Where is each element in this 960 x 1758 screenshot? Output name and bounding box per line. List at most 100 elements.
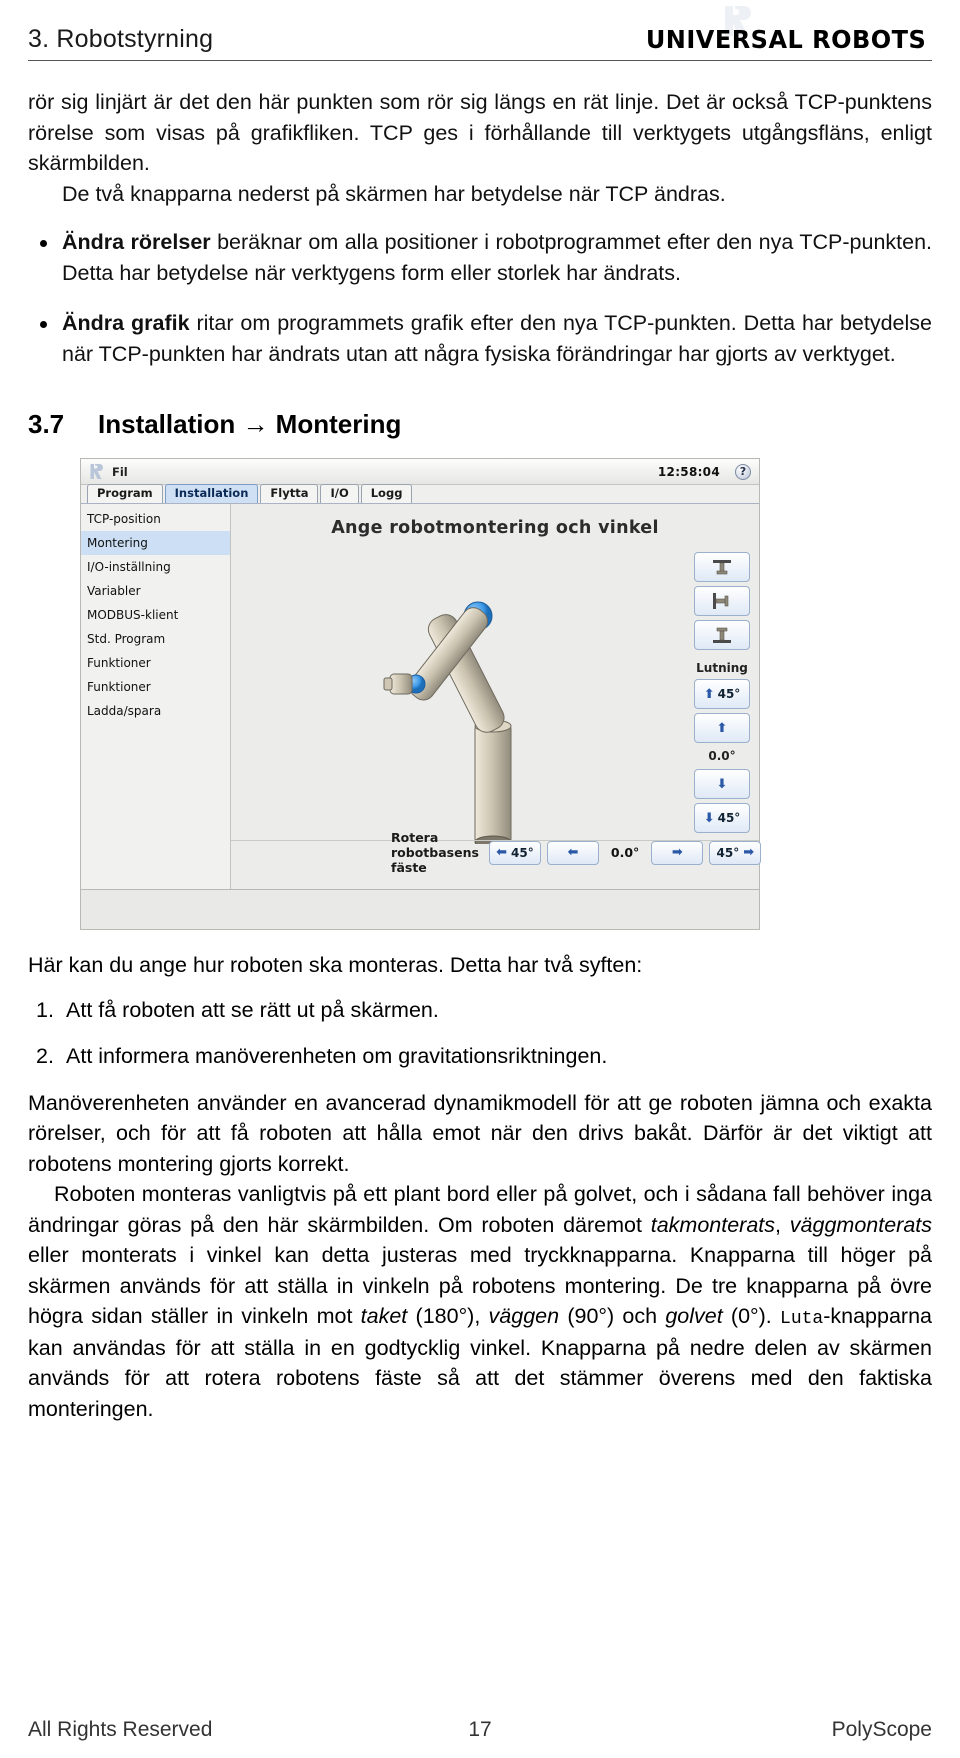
tab-flytta[interactable]: Flytta xyxy=(260,484,319,504)
lower-text-block: Här kan du ange hur roboten ska monteras… xyxy=(28,950,932,1424)
sidebar-item-io-installning[interactable]: I/O-inställning xyxy=(81,555,230,579)
page-number: 17 xyxy=(468,1718,492,1741)
sidebar-item-modbus-klient[interactable]: MODBUS-klient xyxy=(81,603,230,627)
wall-mount-icon xyxy=(713,593,729,610)
rotate-right-45-label: 45° xyxy=(716,845,740,860)
footer-left: All Rights Reserved xyxy=(28,1718,213,1741)
tilt-up-step-button[interactable]: ⬆ xyxy=(694,713,750,744)
tab-logg[interactable]: Logg xyxy=(360,484,413,504)
arrow-down-icon: ⬇ xyxy=(716,776,728,792)
emph-vaggmonterats: väggmonterats xyxy=(789,1212,932,1237)
tab-io[interactable]: I/O xyxy=(320,484,359,504)
tcp-bullet-list: Ändra rörelser beräknar om alla position… xyxy=(28,227,932,369)
lower-intro: Här kan du ange hur roboten ska monteras… xyxy=(28,953,643,978)
arrow-left-icon: ⬅ xyxy=(567,845,579,861)
rotate-label: Rotera robotbasens fäste xyxy=(391,830,479,876)
rotate-value: 0.0° xyxy=(610,845,640,861)
list-text: Att få roboten att se rätt ut på skärmen… xyxy=(66,997,439,1022)
rotate-left-45-button[interactable]: ⬅ 45° xyxy=(488,840,541,865)
tilt-value: 0.0° xyxy=(708,749,736,764)
mounting-text-6: (0°). xyxy=(722,1304,781,1329)
arrow-up-icon: ⬆ xyxy=(716,720,728,736)
brand-name: UNIVERSAL ROBOTS xyxy=(645,25,927,54)
rotate-right-45-button[interactable]: 45° ➡ xyxy=(709,840,762,865)
bullet-rest: ritar om programmets grafik efter den ny… xyxy=(62,311,932,366)
tilt-group-label: Lutning xyxy=(696,661,748,676)
rotate-base-controls: Rotera robotbasens fäste ⬅ 45° ⬅ 0.0° ➡ xyxy=(391,830,762,876)
clock-label: 12:58:04 xyxy=(657,464,720,479)
bullet-lead: Ändra grafik xyxy=(62,311,190,336)
section-heading: 3.7 Installation → Montering xyxy=(28,409,932,440)
paragraph-1: rör sig linjärt är det den här punkten s… xyxy=(28,90,932,176)
emph-golvet: golvet xyxy=(665,1304,723,1329)
sidebar-item-funktioner-1[interactable]: Funktioner xyxy=(81,651,230,675)
emph-taket: taket xyxy=(360,1304,408,1329)
arrow-down-icon: ⬇ xyxy=(703,810,715,826)
section-number: 3.7 xyxy=(28,409,65,440)
footer-right: PolyScope xyxy=(831,1718,932,1741)
arrow-right-icon: ➡ xyxy=(743,845,755,861)
mounting-text-2: , xyxy=(775,1212,790,1237)
canvas-heading: Ange robotmontering och vinkel xyxy=(331,518,659,539)
window-titlebar: Fil 12:58:04 ? xyxy=(81,459,759,486)
emph-takmonterats: takmonterats xyxy=(650,1212,776,1237)
rotate-left-45-label: 45° xyxy=(511,845,534,860)
arrow-up-icon: ⬆ xyxy=(703,686,715,702)
help-question-icon[interactable]: ? xyxy=(735,463,751,480)
paragraph-2: De två knapparna nederst på skärmen har … xyxy=(62,181,726,206)
page-header: 3. Robotstyrning UNIVERSAL ROBOTS xyxy=(28,0,932,54)
list-number: 1. xyxy=(36,997,54,1022)
mounting-text-4: (180°), xyxy=(407,1304,489,1329)
mounting-canvas: Ange robotmontering och vinkel Lutning ⬆… xyxy=(231,504,762,890)
intro-text-block: rör sig linjärt är det den här punkten s… xyxy=(28,87,932,369)
tab-installation[interactable]: Installation xyxy=(164,484,259,504)
sidebar-item-std-program[interactable]: Std. Program xyxy=(81,627,230,651)
mounting-text-5: (90°) och xyxy=(559,1304,666,1329)
bullet-lead: Ändra rörelser xyxy=(62,230,211,255)
floor-mount-button[interactable] xyxy=(694,620,750,651)
sidebar-item-funktioner-2[interactable]: Funktioner xyxy=(81,675,230,699)
list-item: Ändra grafik ritar om programmets grafik… xyxy=(28,308,932,369)
screenshot-bottom-pad xyxy=(80,890,760,931)
header-rule xyxy=(28,60,932,61)
ceiling-mount-icon xyxy=(713,560,731,575)
tilt-down-45-button[interactable]: ⬇ 45° xyxy=(694,803,750,834)
mounting-controls: Lutning ⬆ 45° ⬆ 0.0° ⬇ ⬇ 45° xyxy=(691,552,753,834)
rotate-right-step-button[interactable]: ➡ xyxy=(651,840,704,865)
list-text: Att informera manöverenheten om gravitat… xyxy=(66,1044,608,1069)
robot-arm-illustration xyxy=(383,601,512,845)
ceiling-mount-button[interactable] xyxy=(694,552,750,583)
list-item: 1. Att få roboten att se rätt ut på skär… xyxy=(28,995,932,1026)
tilt-down-45-label: 45° xyxy=(717,811,741,826)
page-footer: All Rights Reserved 17 PolyScope xyxy=(28,1718,932,1742)
sidebar-item-tcp-position[interactable]: TCP-position xyxy=(81,507,230,531)
sidebar-item-montering[interactable]: Montering xyxy=(81,531,230,556)
list-item: 2. Att informera manöverenheten om gravi… xyxy=(28,1041,932,1072)
list-number: 2. xyxy=(36,1044,54,1069)
file-menu-button[interactable]: Fil xyxy=(112,465,128,479)
wall-mount-button[interactable] xyxy=(694,586,750,617)
tab-program[interactable]: Program xyxy=(87,484,163,504)
installation-sidebar: TCP-position Montering I/O-inställning V… xyxy=(81,504,231,890)
sidebar-item-ladda-spara[interactable]: Ladda/spara xyxy=(81,699,230,723)
mono-luta: Luta xyxy=(780,1309,824,1330)
tilt-up-45-button[interactable]: ⬆ 45° xyxy=(694,679,750,710)
chapter-title: 3. Robotstyrning xyxy=(28,25,214,53)
purpose-list: 1. Att få roboten att se rätt ut på skär… xyxy=(28,995,932,1072)
sidebar-item-variabler[interactable]: Variabler xyxy=(81,579,230,603)
rotate-left-step-button[interactable]: ⬅ xyxy=(546,840,599,865)
list-item: Ändra rörelser beräknar om alla position… xyxy=(28,227,932,288)
paragraph-mounting: Roboten monteras vanligtvis på ett plant… xyxy=(28,1179,932,1424)
floor-mount-icon xyxy=(713,627,731,644)
window-body: TCP-position Montering I/O-inställning V… xyxy=(81,504,762,890)
polyscope-window: Fil 12:58:04 ? Program Installation Flyt… xyxy=(80,458,762,891)
document-page: 3. Robotstyrning UNIVERSAL ROBOTS rör si… xyxy=(0,0,960,1758)
tilt-down-step-button[interactable]: ⬇ xyxy=(694,769,750,800)
brand-block: UNIVERSAL ROBOTS xyxy=(640,6,932,54)
arrow-right-icon: ➡ xyxy=(671,845,683,861)
tab-bar: Program Installation Flytta I/O Logg xyxy=(81,484,759,505)
ur-logo-icon xyxy=(90,464,103,480)
tilt-up-45-label: 45° xyxy=(717,687,741,702)
screenshot-figure: Fil 12:58:04 ? Program Installation Flyt… xyxy=(80,458,762,931)
paragraph-dynamics: Manöverenheten använder en avancerad dyn… xyxy=(28,1090,932,1176)
